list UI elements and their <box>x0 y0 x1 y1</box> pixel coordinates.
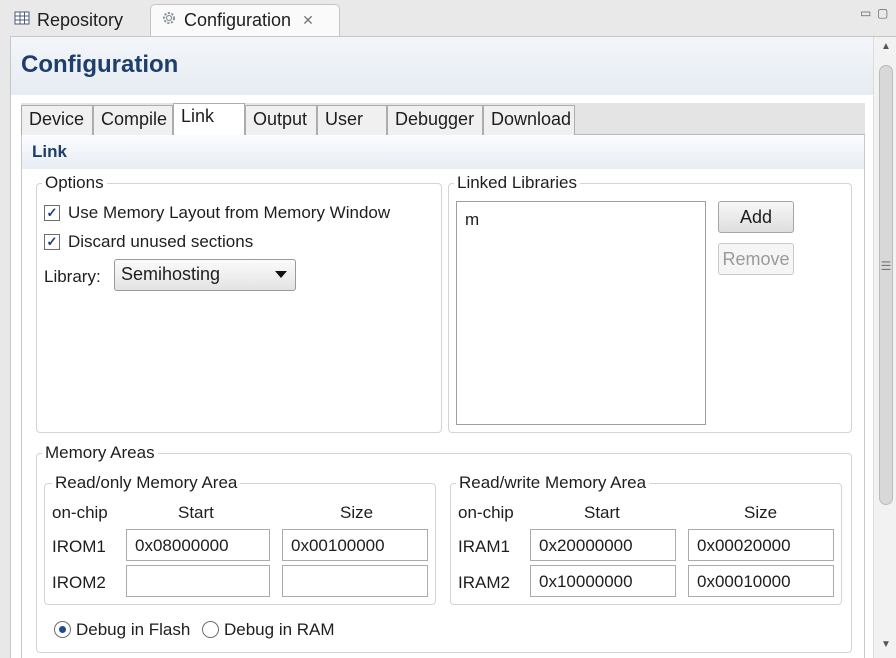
library-label: Library: <box>44 267 101 286</box>
use-memory-layout-label[interactable]: Use Memory Layout from Memory Window <box>68 203 390 223</box>
memory-row-name: IRAM1 <box>458 537 510 556</box>
scrollbar-grip-icon: ☰ <box>880 259 892 273</box>
tab-download[interactable]: Download <box>483 105 575 135</box>
scroll-down-icon[interactable]: ▼ <box>874 639 896 650</box>
memory-row-name: IRAM2 <box>458 573 510 592</box>
linked-libraries-legend: Linked Libraries <box>454 173 581 193</box>
config-tab-strip: Device Compile Link Output User Debugger… <box>21 103 865 136</box>
form-header: Configuration <box>11 37 873 95</box>
scrollbar-thumb[interactable] <box>879 65 893 505</box>
minimize-icon[interactable]: ▭ <box>860 6 871 20</box>
column-header-onchip: on-chip <box>458 503 514 522</box>
irom1-start-field[interactable]: 0x08000000 <box>126 529 270 561</box>
readonly-memory-legend: Read/only Memory Area <box>52 473 241 493</box>
list-item[interactable]: m <box>465 210 479 230</box>
tab-output[interactable]: Output <box>245 105 317 135</box>
remove-library-button[interactable]: Remove <box>718 243 794 275</box>
irom1-size-field[interactable]: 0x00100000 <box>282 529 428 561</box>
tab-compile[interactable]: Compile <box>93 105 173 135</box>
column-header-start: Start <box>584 503 620 522</box>
link-section-header: Link <box>22 135 864 169</box>
chevron-down-icon <box>275 271 287 278</box>
memory-areas-legend: Memory Areas <box>42 443 158 463</box>
add-library-button[interactable]: Add <box>718 201 794 233</box>
library-value: Semihosting <box>121 264 221 284</box>
debug-in-flash-radio[interactable] <box>54 621 71 638</box>
memory-row-name: IROM2 <box>52 573 106 592</box>
close-icon[interactable]: ✕ <box>302 12 314 29</box>
maximize-icon[interactable]: ▢ <box>877 6 888 20</box>
debug-in-ram-label[interactable]: Debug in RAM <box>224 620 335 640</box>
irom2-size-field[interactable] <box>282 565 428 597</box>
tab-user[interactable]: User <box>317 105 387 135</box>
irom2-start-field[interactable] <box>126 565 270 597</box>
page-title: Configuration <box>21 51 179 78</box>
view-tab-label: Repository <box>37 9 124 30</box>
tab-link[interactable]: Link <box>173 103 245 136</box>
memory-row-name: IROM1 <box>52 537 106 556</box>
library-select[interactable]: Semihosting <box>114 259 296 291</box>
configuration-editor: Configuration ▲ ☰ ▼ Device Compile Link … <box>10 36 896 658</box>
column-header-size: Size <box>744 503 778 522</box>
view-tab-label: Configuration <box>184 10 292 30</box>
scroll-up-icon[interactable]: ▲ <box>874 41 896 52</box>
section-title: Link <box>32 142 67 161</box>
options-legend: Options <box>42 173 107 193</box>
view-tab-configuration[interactable]: Configuration ✕ <box>150 4 340 36</box>
iram1-start-field[interactable]: 0x20000000 <box>530 529 676 561</box>
link-panel: Link Options ✓ Use Memory Layout from Me… <box>21 135 865 658</box>
discard-unused-label[interactable]: Discard unused sections <box>68 232 253 252</box>
table-icon <box>14 10 30 31</box>
view-tab-bar: Repository Configuration ✕ ▭ ▢ <box>0 0 896 38</box>
discard-unused-checkbox[interactable]: ✓ <box>44 234 60 250</box>
use-memory-layout-checkbox[interactable]: ✓ <box>44 205 60 221</box>
debug-in-flash-label[interactable]: Debug in Flash <box>76 620 190 640</box>
gear-icon <box>161 10 177 31</box>
view-tab-repository[interactable]: Repository <box>4 4 144 36</box>
tab-debugger[interactable]: Debugger <box>387 105 483 135</box>
tab-device[interactable]: Device <box>21 105 93 135</box>
vertical-scrollbar[interactable]: ▲ ☰ ▼ <box>873 37 896 658</box>
column-header-start: Start <box>178 503 214 522</box>
column-header-onchip: on-chip <box>52 503 108 522</box>
readwrite-memory-legend: Read/write Memory Area <box>456 473 650 493</box>
column-header-size: Size <box>340 503 374 522</box>
linked-libraries-list[interactable]: m <box>456 201 706 425</box>
iram2-size-field[interactable]: 0x00010000 <box>688 565 834 597</box>
iram2-start-field[interactable]: 0x10000000 <box>530 565 676 597</box>
debug-in-ram-radio[interactable] <box>202 621 219 638</box>
iram1-size-field[interactable]: 0x00020000 <box>688 529 834 561</box>
